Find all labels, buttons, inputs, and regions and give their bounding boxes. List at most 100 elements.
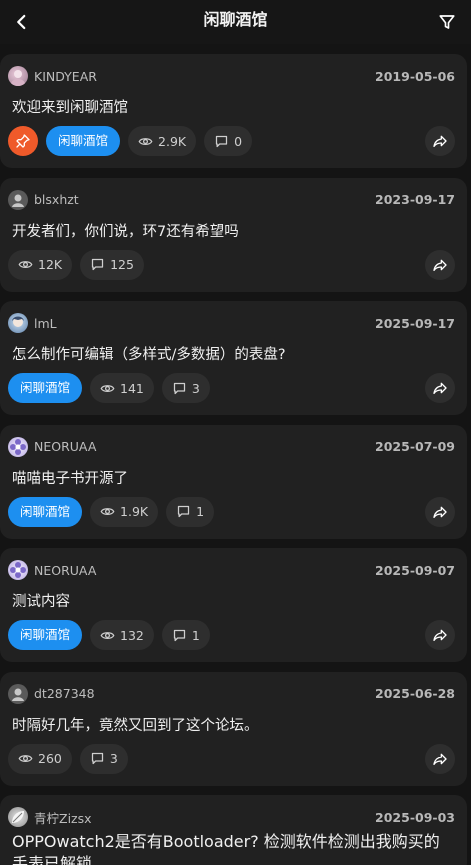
share-button[interactable] (425, 373, 455, 403)
post-card[interactable]: dt287348 2025-06-28 时隔好几年，竟然又回到了这个论坛。 26… (0, 671, 467, 786)
post-feed: KINDYEAR 2019-05-06 欢迎来到闲聊酒馆 闲聊酒馆 2.9K 0 (0, 54, 471, 865)
post-title[interactable]: 测试内容 (12, 590, 455, 611)
share-button[interactable] (425, 743, 455, 774)
flower-avatar-icon (10, 562, 26, 578)
pin-icon (16, 134, 30, 148)
view-count-value: 2.9K (158, 133, 187, 149)
share-icon (433, 629, 447, 641)
view-count: 132 (90, 620, 154, 650)
comment-icon (177, 505, 190, 518)
share-icon (433, 259, 447, 271)
comment-count-value: 125 (110, 257, 134, 272)
view-count-value: 260 (38, 751, 62, 766)
leaf-avatar-icon (12, 811, 24, 823)
post-date: 2019-05-06 (375, 68, 455, 84)
comment-count: 125 (80, 249, 144, 280)
eye-icon (100, 384, 115, 392)
post-title[interactable]: 欢迎来到闲聊酒馆 (12, 96, 455, 117)
share-icon (433, 135, 447, 147)
share-icon (433, 753, 447, 765)
post-author-row: blsxhzt 2023-09-17 (8, 189, 455, 210)
default-avatar-icon (12, 688, 24, 701)
comment-icon (215, 135, 228, 147)
post-author-row: KINDYEAR 2019-05-06 (8, 66, 455, 86)
view-count: 2.9K (128, 126, 197, 156)
post-card[interactable]: NEORUAA 2025-09-07 测试内容 闲聊酒馆 132 1 (0, 548, 467, 662)
post-title[interactable]: 喵喵电子书开源了 (12, 467, 455, 488)
post-meta: 闲聊酒馆 141 3 (8, 373, 210, 403)
author-name[interactable]: 青柠Zizsx (34, 808, 92, 827)
page-title: 闲聊酒馆 (203, 10, 268, 29)
anime-avatar-icon (12, 316, 24, 327)
author-name[interactable]: lmL (34, 316, 57, 331)
post-meta: 12K 125 (8, 249, 144, 280)
post-title[interactable]: 怎么制作可编辑（多样式/多数据）的表盘? (12, 343, 455, 364)
author-name[interactable]: KINDYEAR (34, 69, 97, 84)
category-tag[interactable]: 闲聊酒馆 (8, 620, 83, 650)
eye-icon (138, 137, 153, 145)
avatar[interactable] (8, 313, 28, 333)
share-icon (433, 382, 447, 394)
author-name[interactable]: NEORUAA (34, 439, 96, 454)
comment-icon (91, 752, 103, 765)
view-count: 141 (90, 373, 154, 403)
view-count: 12K (8, 249, 73, 280)
share-button[interactable] (425, 496, 455, 527)
eye-icon (18, 261, 33, 268)
author-name[interactable]: dt287348 (34, 686, 95, 701)
share-button[interactable] (425, 620, 455, 650)
avatar[interactable] (8, 189, 28, 210)
eye-icon (18, 755, 33, 762)
post-meta: 闲聊酒馆 1.9K 1 (8, 496, 215, 527)
post-date: 2025-09-03 (375, 809, 455, 825)
flower-avatar-icon (10, 438, 26, 455)
category-tag[interactable]: 闲聊酒馆 (8, 373, 83, 403)
post-date: 2023-09-17 (375, 192, 455, 207)
post-card[interactable]: blsxhzt 2023-09-17 开发者们，你们说，环7还有希望吗 12K … (0, 177, 467, 292)
post-card[interactable]: 青柠Zizsx 2025-09-03 OPPOwatch2是否有Bootload… (0, 795, 467, 865)
comment-icon (91, 258, 104, 271)
avatar[interactable] (8, 66, 28, 86)
comment-count-value: 3 (109, 751, 118, 766)
post-card[interactable]: NEORUAA 2025-07-09 喵喵电子书开源了 闲聊酒馆 1.9K 1 (0, 424, 467, 539)
author-name[interactable]: blsxhzt (34, 192, 79, 207)
view-count-value: 1.9K (120, 504, 149, 519)
comment-count: 3 (161, 373, 210, 403)
category-tag[interactable]: 闲聊酒馆 (8, 496, 83, 527)
comment-count-value: 3 (191, 380, 200, 396)
avatar[interactable] (8, 683, 28, 704)
post-date: 2025-09-17 (375, 315, 455, 331)
comment-count: 1 (161, 620, 210, 650)
view-count: 260 (8, 743, 72, 774)
comment-count: 1 (166, 496, 215, 527)
photo-avatar-icon (11, 70, 25, 86)
post-card[interactable]: lmL 2025-09-17 怎么制作可编辑（多样式/多数据）的表盘? 闲聊酒馆… (0, 301, 467, 415)
post-author-row: dt287348 2025-06-28 (8, 683, 455, 704)
post-meta: 闲聊酒馆 132 1 (8, 620, 210, 650)
post-card[interactable]: KINDYEAR 2019-05-06 欢迎来到闲聊酒馆 闲聊酒馆 2.9K 0 (0, 54, 467, 168)
author-name[interactable]: NEORUAA (34, 563, 96, 578)
avatar[interactable] (8, 560, 28, 580)
post-date: 2025-06-28 (375, 686, 455, 701)
avatar[interactable] (8, 436, 28, 457)
comment-count-value: 1 (191, 627, 200, 643)
default-avatar-icon (12, 194, 24, 207)
comment-icon (173, 629, 185, 641)
share-button[interactable] (425, 249, 455, 280)
share-icon (433, 506, 447, 518)
post-meta: 260 3 (8, 743, 128, 774)
eye-icon (100, 508, 115, 515)
comment-icon (173, 382, 185, 394)
view-count: 1.9K (90, 496, 159, 527)
post-title[interactable]: OPPOwatch2是否有Bootloader? 检测软件检测出我购买的手表已解… (12, 831, 452, 865)
post-author-row: NEORUAA 2025-07-09 (8, 436, 455, 457)
post-author-row: lmL 2025-09-17 (8, 313, 455, 333)
share-button[interactable] (425, 126, 455, 156)
post-meta: 闲聊酒馆 2.9K 0 (8, 126, 253, 156)
filter-button[interactable] (431, 6, 463, 38)
top-bar: 闲聊酒馆 (0, 0, 471, 44)
post-title[interactable]: 时隔好几年，竟然又回到了这个论坛。 (12, 714, 455, 735)
category-tag[interactable]: 闲聊酒馆 (46, 126, 121, 156)
avatar[interactable] (8, 807, 28, 827)
post-title[interactable]: 开发者们，你们说，环7还有希望吗 (12, 220, 455, 241)
